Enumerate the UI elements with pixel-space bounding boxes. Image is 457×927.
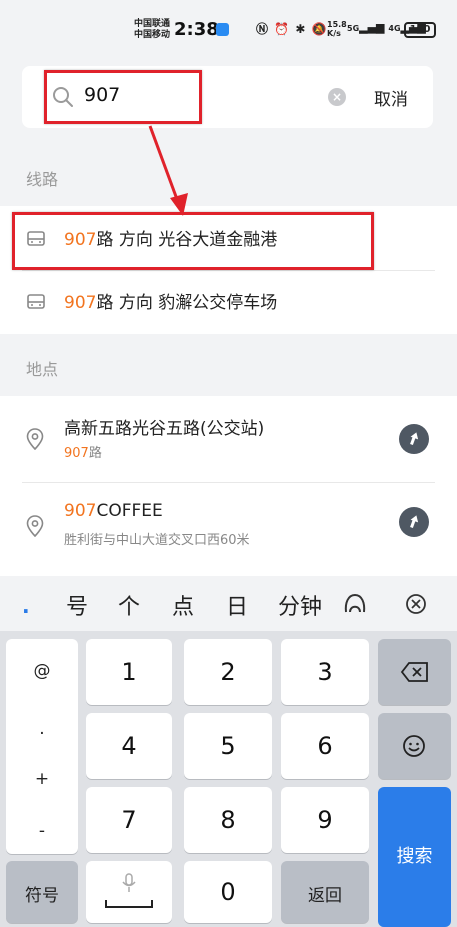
- location-pin-icon: [26, 428, 44, 450]
- symbols-toggle-button[interactable]: 符号: [6, 861, 78, 923]
- space-bar-icon: [105, 900, 153, 908]
- place-sub-text: 路: [88, 446, 102, 461]
- navigate-arrow-icon: [410, 432, 419, 445]
- battery-icon: 100: [404, 22, 436, 38]
- candidate-dot[interactable]: .: [22, 594, 30, 618]
- route-label: 907路 方向 豹澥公交停车场: [64, 288, 277, 313]
- place-title: 高新五路光谷五路(公交站): [64, 414, 264, 439]
- cancel-button[interactable]: 取消: [374, 85, 408, 110]
- status-icons: Ⓝ ⏰ ✱ 🔕: [256, 20, 328, 37]
- key-0[interactable]: 0: [184, 861, 272, 923]
- key-label: 8: [220, 806, 236, 834]
- places-section-title: 地点: [26, 360, 59, 379]
- symbol-key[interactable]: +: [6, 769, 78, 789]
- place-title-highlight: 907: [64, 501, 97, 521]
- key-6[interactable]: 6: [281, 713, 369, 779]
- navigate-button[interactable]: [399, 507, 429, 537]
- routes-section-header: 线路: [0, 146, 457, 206]
- navigate-button[interactable]: [399, 424, 429, 454]
- close-keyboard-icon[interactable]: [405, 593, 427, 615]
- key-label: 9: [317, 806, 333, 834]
- app-notification-icon: [216, 23, 229, 36]
- symbols-toggle-label: 符号: [25, 886, 59, 906]
- symbol-key[interactable]: @: [6, 661, 78, 681]
- clear-icon[interactable]: ×: [328, 88, 346, 106]
- key-7[interactable]: 7: [86, 787, 172, 853]
- key-label: 2: [220, 658, 236, 686]
- back-label: 返回: [308, 886, 342, 906]
- status-bar: 中国联通 中国移动 2:38 Ⓝ ⏰ ✱ 🔕 15.8 K/s 5G▂▄▆ 4G…: [0, 0, 457, 60]
- place-title-text: COFFEE: [96, 501, 163, 521]
- place-sub-text: 胜利街与中山大道交叉口西60米: [64, 533, 250, 548]
- place-sub-highlight: 907: [64, 446, 89, 461]
- speed-value: 15.8: [327, 20, 347, 29]
- key-5[interactable]: 5: [184, 713, 272, 779]
- place-subtitle: 胜利街与中山大道交叉口西60米: [64, 529, 250, 548]
- key-4[interactable]: 4: [86, 713, 172, 779]
- net-type-1: 5G: [347, 24, 360, 33]
- route-number: 907: [64, 293, 97, 313]
- candidate-word[interactable]: 分钟: [278, 589, 324, 621]
- search-key-label: 搜索: [396, 846, 433, 867]
- places-list: 高新五路光谷五路(公交站) 907路 907COFFEE 胜利街与中山大道交叉口…: [0, 396, 457, 576]
- key-label: 7: [121, 806, 137, 834]
- location-pin-icon: [26, 515, 44, 537]
- ime-candidate-bar: . 号 个 点 日 分钟: [0, 576, 457, 631]
- annotation-highlight-route: [12, 212, 374, 270]
- nfc-icon: Ⓝ: [256, 22, 270, 36]
- annotation-highlight-search: [44, 70, 202, 124]
- bus-icon: [27, 294, 45, 309]
- carrier-1: 中国联通: [134, 19, 171, 29]
- key-9[interactable]: 9: [281, 787, 369, 853]
- symbol-key[interactable]: -: [6, 821, 78, 841]
- routes-section-title: 线路: [26, 170, 59, 189]
- emoji-button[interactable]: [378, 713, 451, 779]
- key-2[interactable]: 2: [184, 639, 272, 705]
- key-label: 1: [121, 658, 137, 686]
- key-label: 6: [317, 732, 333, 760]
- place-item[interactable]: 高新五路光谷五路(公交站) 907路: [0, 396, 457, 482]
- search-key-button[interactable]: 搜索: [378, 787, 451, 927]
- speed-unit: K/s: [327, 29, 341, 38]
- key-label: 4: [121, 732, 137, 760]
- candidate-word[interactable]: 个: [118, 589, 140, 621]
- key-8[interactable]: 8: [184, 787, 272, 853]
- microphone-icon: [122, 873, 136, 892]
- emoji-icon: [403, 735, 425, 757]
- key-3[interactable]: 3: [281, 639, 369, 705]
- symbol-key[interactable]: .: [6, 719, 78, 739]
- place-item[interactable]: 907COFFEE 胜利街与中山大道交叉口西60米: [0, 483, 457, 569]
- key-label: 0: [220, 878, 236, 906]
- signal-icon: ▂▄▆: [359, 21, 385, 34]
- back-button[interactable]: 返回: [281, 861, 369, 923]
- candidate-word[interactable]: 点: [172, 589, 194, 621]
- carrier-2: 中国移动: [134, 30, 171, 40]
- key-1[interactable]: 1: [86, 639, 172, 705]
- candidate-word[interactable]: 号: [66, 589, 88, 621]
- place-subtitle: 907路: [64, 442, 102, 461]
- candidate-word[interactable]: 日: [226, 589, 248, 621]
- net-type-2: 4G: [388, 24, 401, 33]
- alarm-icon: ⏰: [274, 22, 291, 36]
- backspace-button[interactable]: [378, 639, 451, 705]
- clock: 2:38: [174, 19, 219, 40]
- backspace-icon: [400, 662, 428, 682]
- bluetooth-icon: ✱: [295, 22, 307, 36]
- route-direction: 路 方向 豹澥公交停车场: [96, 293, 278, 313]
- place-title: 907COFFEE: [64, 501, 163, 521]
- navigate-arrow-icon: [410, 515, 419, 528]
- ime-logo-icon[interactable]: [342, 593, 368, 615]
- places-section-header: 地点: [0, 336, 457, 396]
- key-label: 3: [317, 658, 333, 686]
- symbol-column: @ . + -: [6, 639, 78, 854]
- network-speed: 15.8 K/s: [327, 20, 347, 38]
- place-title-text: 高新五路光谷五路(公交站): [64, 419, 265, 439]
- route-item[interactable]: 907路 方向 豹澥公交停车场: [0, 271, 457, 333]
- voice-input-button[interactable]: [86, 861, 172, 923]
- mute-icon: 🔕: [311, 22, 328, 36]
- key-label: 5: [220, 732, 236, 760]
- numeric-keyboard: @ . + - 1 2 3 4 5 6 7 8 9 搜索 符号 0 返回: [0, 631, 457, 927]
- carrier-labels: 中国联通 中国移动: [134, 19, 170, 41]
